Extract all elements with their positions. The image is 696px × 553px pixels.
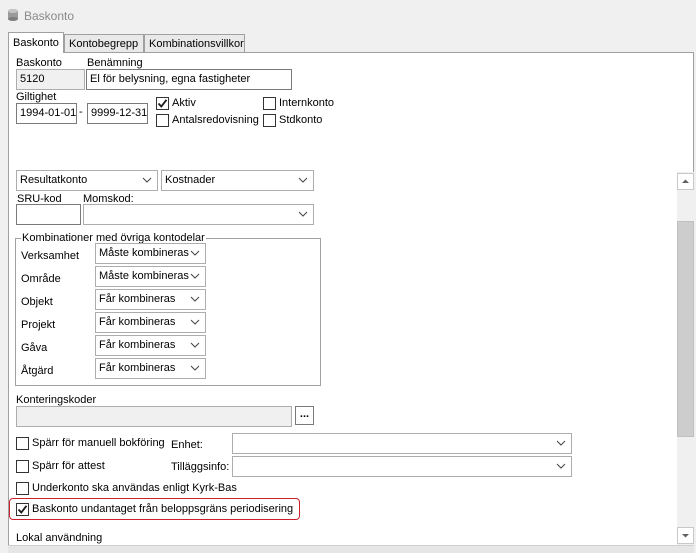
benamning-field[interactable]: El för belysning, egna fastigheter bbox=[86, 69, 292, 90]
scroll-down-button[interactable] bbox=[677, 527, 694, 544]
konteringskoder-label: Konteringskoder bbox=[16, 394, 97, 406]
aktiv-label: Aktiv bbox=[172, 97, 196, 109]
antal-checkbox[interactable] bbox=[156, 114, 169, 127]
stdkonto-checkbox[interactable] bbox=[263, 114, 276, 127]
konteringskoder-field[interactable] bbox=[16, 406, 292, 427]
verksamhet-select[interactable]: Måste kombineras bbox=[95, 243, 206, 264]
giltighet-to-field[interactable]: 9999-12-31 bbox=[87, 103, 148, 124]
undantaget-label: Baskonto undantaget från beloppsgräns pe… bbox=[32, 503, 294, 515]
atgard-value: Får kombineras bbox=[99, 362, 176, 374]
kontotyp-select[interactable]: Resultatkonto bbox=[16, 170, 158, 191]
sparr-bokforing-checkbox[interactable] bbox=[16, 437, 29, 450]
gava-value: Får kombineras bbox=[99, 339, 176, 351]
chevron-up-icon bbox=[682, 179, 689, 183]
sparr-bokforing-label: Spärr för manuell bokföring bbox=[32, 437, 165, 449]
kontoklass-select[interactable]: Kostnader bbox=[161, 170, 314, 191]
tab-kontobegrepp[interactable]: Kontobegrepp bbox=[64, 34, 144, 52]
chevron-down-icon bbox=[190, 342, 200, 348]
chevron-down-icon bbox=[556, 463, 566, 469]
projekt-select[interactable]: Får kombineras bbox=[95, 312, 206, 333]
chevron-down-icon bbox=[190, 250, 200, 256]
internkonto-checkbox[interactable] bbox=[263, 97, 276, 110]
internkonto-label: Internkonto bbox=[279, 97, 335, 109]
row-label-omrade: Område bbox=[21, 273, 61, 285]
window-title: Baskonto bbox=[24, 9, 75, 23]
scroll-up-button[interactable] bbox=[677, 173, 694, 190]
row-label-objekt: Objekt bbox=[21, 296, 53, 308]
enhet-select[interactable] bbox=[232, 433, 572, 454]
stdkonto-label: Stdkonto bbox=[279, 114, 323, 126]
verksamhet-value: Måste kombineras bbox=[99, 247, 189, 259]
row-label-projekt: Projekt bbox=[21, 319, 56, 331]
chevron-down-icon bbox=[556, 440, 566, 446]
objekt-select[interactable]: Får kombineras bbox=[95, 289, 206, 310]
title-bar bbox=[0, 0, 696, 30]
benamning-label: Benämning bbox=[87, 57, 143, 69]
row-label-gava: Gåva bbox=[21, 342, 48, 354]
undantaget-checkbox[interactable] bbox=[16, 503, 29, 516]
sparr-attest-label: Spärr för attest bbox=[32, 460, 105, 472]
tillaggsinfo-label: Tilläggsinfo: bbox=[171, 461, 230, 473]
baskonto-field[interactable]: 5120 bbox=[16, 69, 85, 90]
chevron-down-icon bbox=[298, 211, 308, 217]
antal-label: Antalsredovisning bbox=[172, 114, 259, 126]
enhet-label: Enhet: bbox=[171, 439, 203, 451]
momskod-select[interactable] bbox=[83, 204, 314, 225]
chevron-down-icon bbox=[298, 177, 308, 183]
giltighet-separator: - bbox=[79, 106, 83, 118]
konteringskoder-browse-button[interactable]: ... bbox=[295, 406, 314, 425]
underkonto-label: Underkonto ska användas enligt Kyrk-Bas bbox=[32, 482, 237, 494]
chevron-down-icon bbox=[190, 273, 200, 279]
tab-baskonto[interactable]: Baskonto bbox=[8, 32, 64, 53]
omrade-select[interactable]: Måste kombineras bbox=[95, 266, 206, 287]
chevron-down-icon bbox=[190, 319, 200, 325]
objekt-value: Får kombineras bbox=[99, 293, 176, 305]
sru-field[interactable] bbox=[16, 204, 81, 225]
tillaggsinfo-select[interactable] bbox=[232, 456, 572, 477]
database-icon bbox=[8, 9, 18, 21]
sparr-attest-checkbox[interactable] bbox=[16, 460, 29, 473]
kontoklass-value: Kostnader bbox=[165, 174, 216, 186]
chevron-down-icon bbox=[190, 365, 200, 371]
chevron-down-icon bbox=[190, 296, 200, 302]
giltighet-label: Giltighet bbox=[16, 91, 57, 103]
row-label-verksamhet: Verksamhet bbox=[21, 250, 80, 262]
checkmark-icon bbox=[17, 505, 28, 514]
giltighet-from-field[interactable]: 1994-01-01 bbox=[16, 103, 77, 124]
omrade-value: Måste kombineras bbox=[99, 270, 189, 282]
scroll-thumb[interactable] bbox=[677, 221, 694, 437]
lokal-anvandning-label: Lokal användning bbox=[16, 532, 103, 544]
kontotyp-value: Resultatkonto bbox=[20, 174, 88, 186]
chevron-down-icon bbox=[682, 534, 689, 538]
chevron-down-icon bbox=[142, 177, 152, 183]
gava-select[interactable]: Får kombineras bbox=[95, 335, 206, 356]
underkonto-checkbox[interactable] bbox=[16, 482, 29, 495]
tab-kombinationsvillkor[interactable]: Kombinationsvillkor bbox=[144, 34, 245, 52]
checkmark-icon bbox=[157, 99, 168, 108]
baskonto-label: Baskonto bbox=[16, 57, 62, 69]
atgard-select[interactable]: Får kombineras bbox=[95, 358, 206, 379]
aktiv-checkbox[interactable] bbox=[156, 97, 169, 110]
row-label-atgard: Åtgärd bbox=[21, 365, 54, 377]
projekt-value: Får kombineras bbox=[99, 316, 176, 328]
